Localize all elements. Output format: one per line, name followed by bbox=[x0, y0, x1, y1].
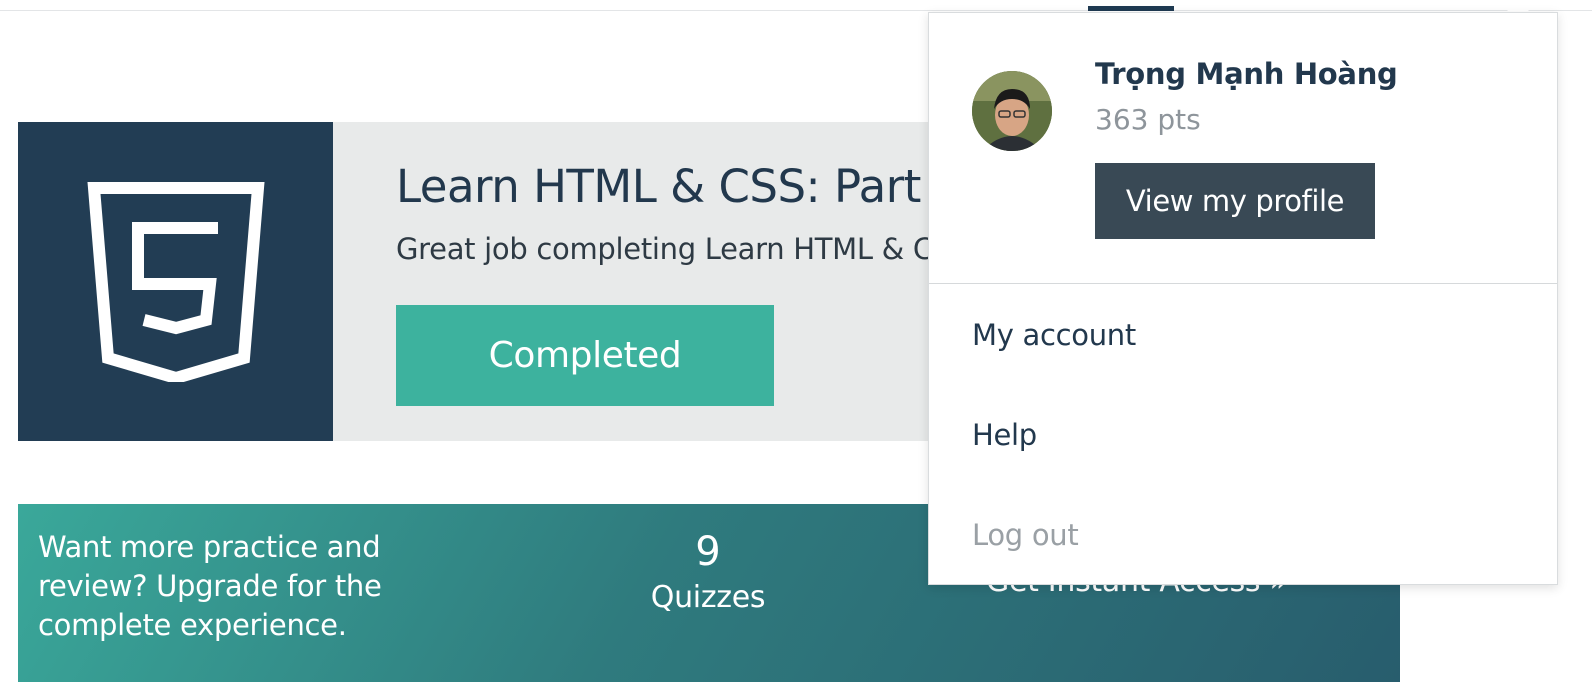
quiz-count: 9 bbox=[695, 529, 721, 575]
dropdown-divider bbox=[929, 283, 1557, 284]
completed-button[interactable]: Completed bbox=[396, 305, 774, 406]
menu-item-log-out[interactable]: Log out bbox=[972, 518, 1079, 552]
user-points: 363 pts bbox=[1095, 103, 1201, 136]
menu-item-my-account[interactable]: My account bbox=[972, 318, 1136, 352]
course-card: Learn HTML & CSS: Part I Great job compl… bbox=[18, 122, 1072, 441]
quiz-label: Quizzes bbox=[650, 580, 766, 615]
user-avatar-icon bbox=[972, 71, 1052, 151]
course-title: Learn HTML & CSS: Part I bbox=[396, 160, 948, 213]
dropdown-caret bbox=[1506, 0, 1530, 12]
user-name: Trọng Mạnh Hoàng bbox=[1095, 57, 1398, 91]
html5-shield-icon bbox=[87, 182, 265, 382]
user-profile-dropdown: Trọng Mạnh Hoàng 363 pts View my profile… bbox=[928, 12, 1558, 585]
upgrade-text: Want more practice and review? Upgrade f… bbox=[38, 530, 382, 642]
view-profile-button[interactable]: View my profile bbox=[1095, 163, 1375, 239]
active-nav-indicator bbox=[1088, 6, 1174, 11]
course-badge bbox=[18, 122, 333, 441]
avatar[interactable] bbox=[972, 71, 1052, 151]
menu-item-help[interactable]: Help bbox=[972, 418, 1037, 452]
top-nav-divider bbox=[0, 10, 1592, 11]
